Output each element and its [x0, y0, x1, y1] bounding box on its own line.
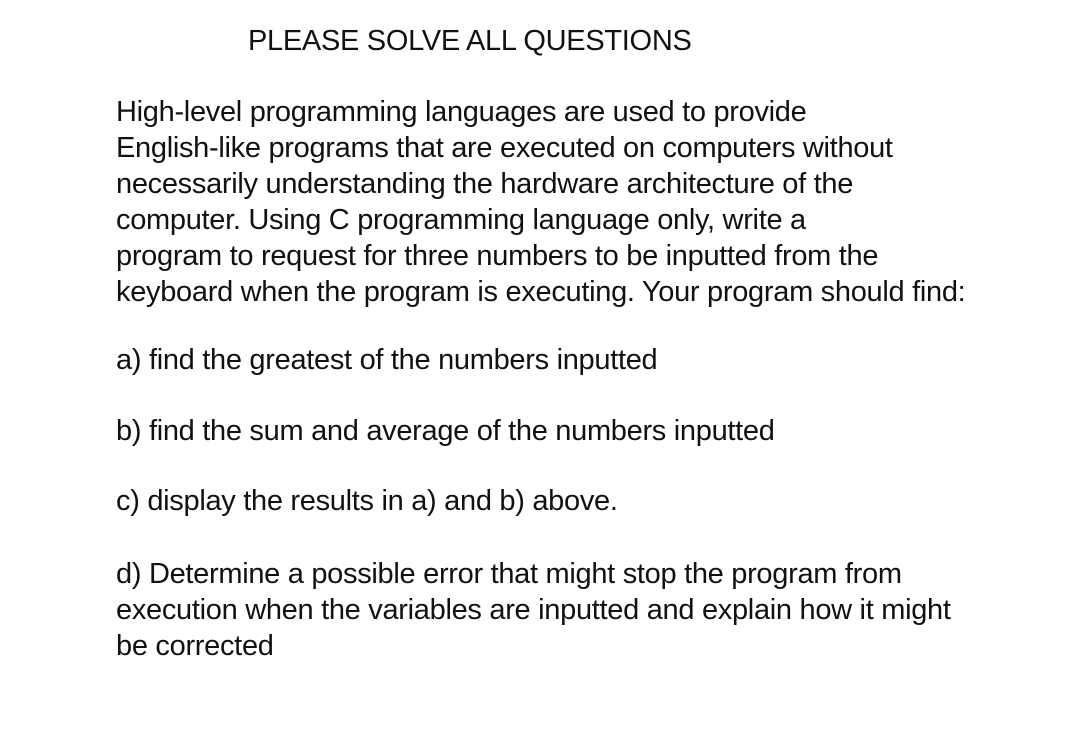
question-item-c: c) display the results in a) and b) abov…: [116, 483, 618, 519]
question-item-b: b) find the sum and average of the numbe…: [116, 413, 775, 449]
intro-line: keyboard when the program is executing. …: [116, 276, 966, 308]
intro-line: English-like programs that are executed …: [116, 132, 893, 164]
intro-line: necessarily understanding the hardware a…: [116, 168, 854, 200]
question-text: a) find the greatest of the numbers inpu…: [116, 344, 658, 376]
question-item-d: d) Determine a possible error that might…: [116, 556, 951, 664]
intro-line: High-level programming languages are use…: [116, 96, 807, 128]
intro-line: computer. Using C programming language o…: [116, 204, 806, 236]
question-text: b) find the sum and average of the numbe…: [116, 415, 775, 447]
intro-paragraph: High-level programming languages are use…: [116, 94, 966, 310]
question-text: be corrected: [116, 630, 274, 662]
intro-line: program to request for three numbers to …: [116, 240, 879, 272]
document-title: PLEASE SOLVE ALL QUESTIONS: [248, 25, 692, 57]
question-item-a: a) find the greatest of the numbers inpu…: [116, 342, 658, 378]
question-text: execution when the variables are inputte…: [116, 594, 951, 626]
question-text: c) display the results in a) and b) abov…: [116, 485, 618, 517]
question-text: d) Determine a possible error that might…: [116, 558, 902, 590]
